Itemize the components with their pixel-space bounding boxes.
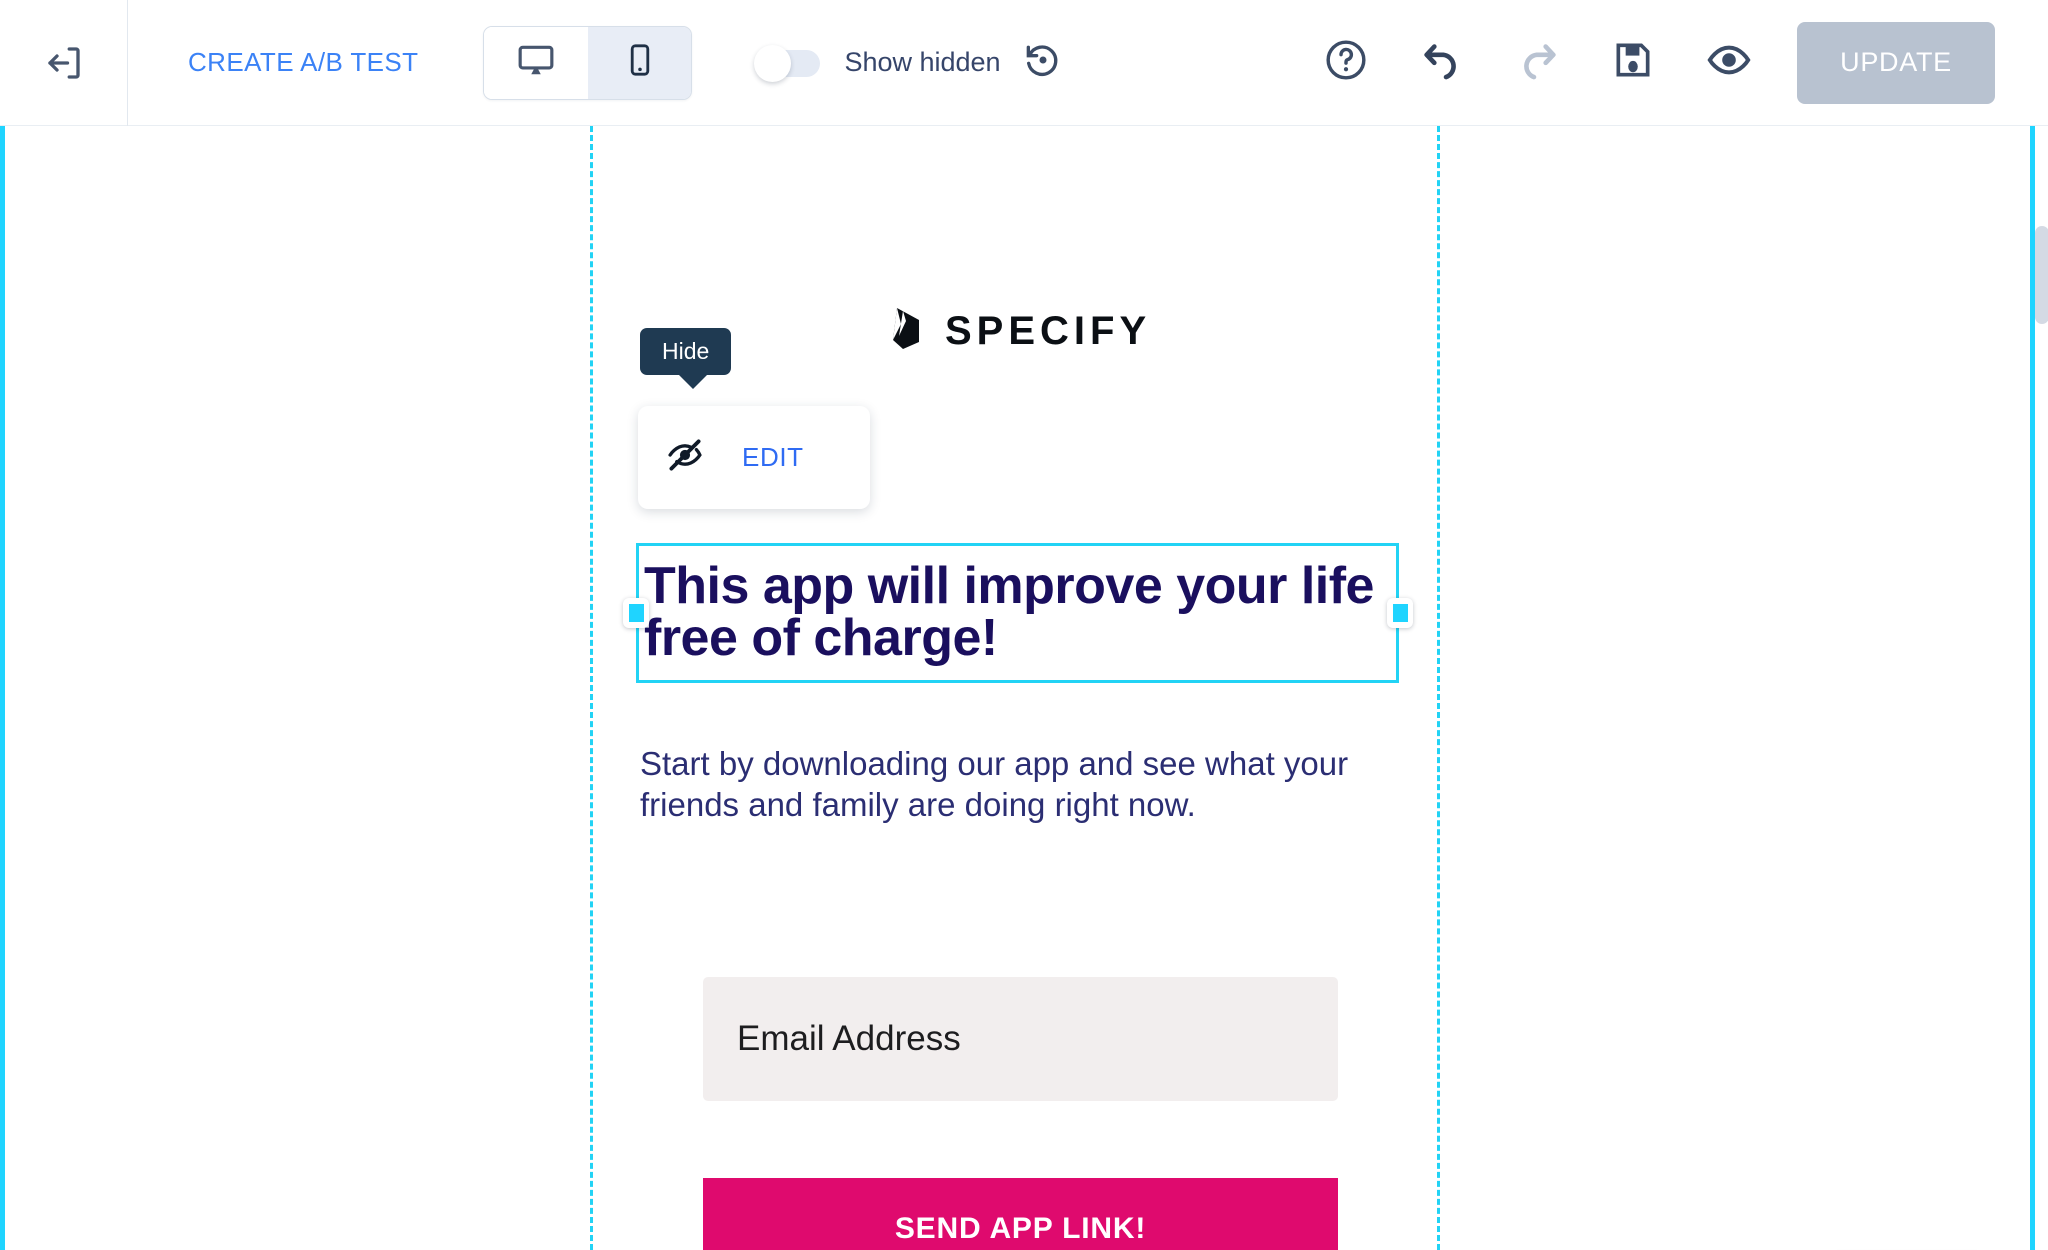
update-button[interactable]: UPDATE <box>1797 21 1995 104</box>
toolbar-actions <box>1323 36 1753 89</box>
hide-element-button[interactable] <box>666 436 704 479</box>
mobile-guide-right <box>1437 126 1440 1250</box>
update-button-label: UPDATE <box>1840 47 1952 77</box>
page-body-copy[interactable]: Start by downloading our app and see wha… <box>640 744 1410 825</box>
redo-button[interactable] <box>1515 37 1561 88</box>
email-input[interactable]: Email Address <box>703 977 1338 1101</box>
handle-square-icon <box>628 604 644 622</box>
show-hidden-label: Show hidden <box>844 47 1001 77</box>
reset-history-icon <box>1023 40 1063 85</box>
eye-off-icon <box>666 436 704 479</box>
top-toolbar: CREATE A/B TEST Show hidden UPDATE <box>0 0 2048 126</box>
back-button[interactable] <box>0 0 128 126</box>
undo-button[interactable] <box>1419 37 1465 88</box>
show-hidden-control: Show hidden <box>754 40 1062 85</box>
back-arrow-icon <box>43 42 85 84</box>
site-logo-text: SPECIFY <box>945 308 1152 353</box>
vertical-scrollbar-thumb[interactable] <box>2035 226 2048 324</box>
site-logo: SPECIFY <box>889 306 1151 355</box>
email-input-placeholder: Email Address <box>737 1019 961 1058</box>
save-icon <box>1611 38 1655 87</box>
undo-icon <box>1419 37 1465 88</box>
desktop-icon <box>517 41 555 84</box>
preview-button[interactable] <box>1705 36 1753 89</box>
redo-icon <box>1515 37 1561 88</box>
handle-square-icon <box>1392 604 1408 622</box>
reset-history-button[interactable] <box>1023 40 1063 85</box>
preview-canvas: SPECIFY Hide EDIT This app will improve … <box>0 126 2048 1250</box>
mobile-guide-left <box>590 126 593 1250</box>
create-ab-test-link[interactable]: CREATE A/B TEST <box>188 47 418 78</box>
device-toggle-desktop[interactable] <box>484 26 588 99</box>
selection-handle-left[interactable] <box>623 598 649 628</box>
help-button[interactable] <box>1323 37 1369 88</box>
hide-tooltip: Hide <box>640 328 732 390</box>
save-button[interactable] <box>1611 38 1655 87</box>
selection-handle-right[interactable] <box>1387 598 1413 628</box>
help-circle-icon <box>1323 37 1369 88</box>
edit-element-button[interactable]: EDIT <box>742 442 804 473</box>
page-heading[interactable]: This app will improve your life free of … <box>640 544 1400 664</box>
mobile-icon <box>623 43 657 82</box>
editor-page: CREATE A/B TEST Show hidden UPDATE SPECI… <box>0 0 2048 1250</box>
toggle-knob <box>754 44 792 82</box>
viewport-left-border <box>0 126 5 1250</box>
show-hidden-toggle[interactable] <box>754 44 821 82</box>
device-toggle-group <box>483 25 693 100</box>
device-toggle-mobile[interactable] <box>587 26 692 99</box>
specify-logo-mark <box>889 306 929 355</box>
element-edit-toolbar: EDIT <box>638 406 870 509</box>
send-app-link-label: SEND APP LINK! <box>894 1212 1147 1245</box>
eye-preview-icon <box>1705 36 1753 89</box>
send-app-link-button[interactable]: SEND APP LINK! <box>703 1178 1338 1250</box>
